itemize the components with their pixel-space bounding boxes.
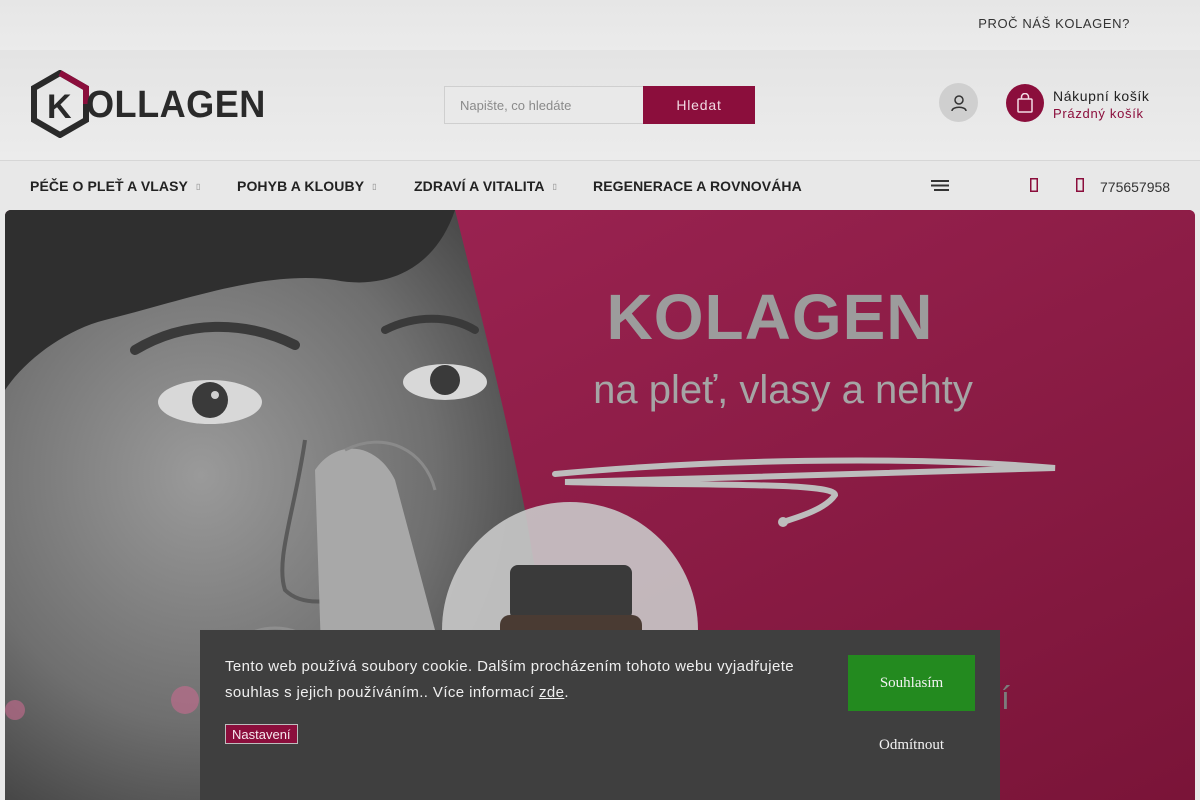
cart-status: Prázdný košík — [1053, 106, 1144, 121]
chevron-down-icon: ▯ — [196, 182, 201, 191]
cookie-text-end: . — [564, 684, 569, 701]
chevron-down-icon: ▯ — [372, 182, 377, 191]
nav-item-label: ZDRAVÍ A VITALITA — [414, 178, 545, 194]
hero-title: KOLAGEN — [606, 281, 934, 353]
cart-title[interactable]: Nákupní košík — [1053, 88, 1150, 104]
nav-item-regeneration-balance[interactable]: REGENERACE A ROVNOVÁHA — [593, 178, 802, 194]
cart-button[interactable] — [1006, 84, 1044, 122]
nav-item-label: REGENERACE A ROVNOVÁHA — [593, 178, 802, 194]
phone-number[interactable]: 775657958 — [1100, 179, 1170, 195]
nav-item-skin-hair[interactable]: PÉČE O PLEŤ A VLASY ▯ — [30, 178, 201, 194]
header: K OLLAGEN Hledat Nákupní košík Prázdný k… — [0, 50, 1200, 160]
logo-letter: K — [47, 88, 72, 126]
shopping-bag-icon — [1017, 93, 1033, 113]
favorites-icon[interactable] — [1030, 178, 1038, 192]
cookie-accept-button[interactable]: Souhlasím — [848, 655, 975, 711]
account-button[interactable] — [939, 83, 978, 122]
main-navigation: PÉČE O PLEŤ A VLASY ▯ POHYB A KLOUBY ▯ ZDR… — [0, 160, 1200, 211]
cookie-message: Tento web používá soubory cookie. Dalším… — [225, 654, 825, 706]
search-button[interactable]: Hledat — [643, 86, 755, 124]
logo[interactable]: K OLLAGEN — [30, 70, 270, 138]
menu-icon[interactable] — [931, 180, 949, 191]
search-input[interactable] — [444, 86, 643, 124]
hexagon-logo-icon: K — [31, 70, 89, 138]
top-bar: PROČ NÁŠ KOLAGEN? — [0, 0, 1200, 50]
cookie-decline-button[interactable]: Odmítnout — [848, 737, 975, 754]
cookie-banner: Tento web používá soubory cookie. Dalším… — [200, 630, 1000, 800]
cookie-text: Tento web používá soubory cookie. Dalším… — [225, 658, 795, 701]
nav-item-health-vitality[interactable]: ZDRAVÍ A VITALITA ▯ — [414, 178, 557, 194]
search-form: Hledat — [444, 86, 755, 124]
user-icon — [950, 94, 967, 111]
cookie-settings-button[interactable]: Nastavení — [225, 724, 298, 744]
nav-item-label: POHYB A KLOUBY — [237, 178, 365, 194]
chevron-down-icon: ▯ — [552, 182, 558, 191]
hero-subtitle: na pleť, vlasy a nehty — [593, 368, 973, 412]
why-our-collagen-link[interactable]: PROČ NÁŠ KOLAGEN? — [978, 16, 1130, 31]
phone-icon — [1076, 178, 1084, 192]
logo-text: OLLAGEN — [86, 84, 266, 126]
cookie-more-info-link[interactable]: zde — [539, 684, 564, 701]
nav-item-movement-joints[interactable]: POHYB A KLOUBY ▯ — [237, 178, 377, 194]
nav-item-label: PÉČE O PLEŤ A VLASY — [30, 178, 188, 194]
